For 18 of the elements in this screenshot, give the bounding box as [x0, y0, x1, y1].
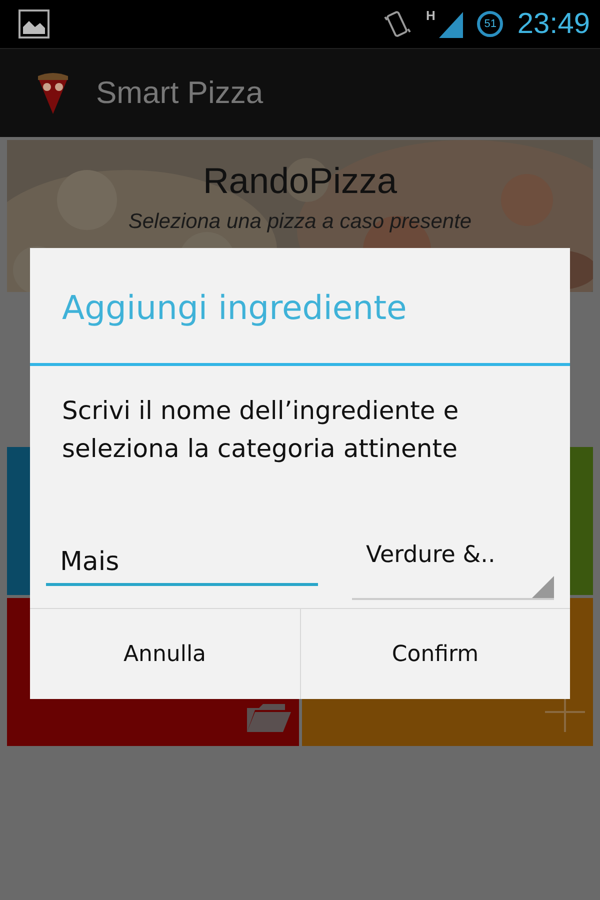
- category-dropdown[interactable]: Verdure &..: [352, 542, 554, 600]
- network-type: H: [426, 8, 436, 23]
- dialog-message: Scrivi il nome dell’ingrediente e seleziona la categoria attinente: [61, 395, 460, 465]
- picture-icon: [18, 9, 50, 39]
- dropdown-arrow-icon: [532, 576, 554, 598]
- dialog-button[interactable]: Confirm: [300, 609, 570, 699]
- dialog-title: Aggiungi ingrediente: [30, 248, 570, 366]
- clock: 23:49: [517, 8, 590, 40]
- signal-icon: [437, 10, 464, 38]
- folder-icon: [244, 702, 290, 732]
- vibrate-icon: [382, 9, 412, 39]
- banner-subtitle: Seleziona una pizza a caso presente: [128, 210, 472, 234]
- dialog-button[interactable]: Annulla: [30, 609, 300, 699]
- banner-title: RandoPizza: [202, 160, 398, 202]
- pizza-slice-icon: [36, 70, 70, 116]
- ingredient-name-field[interactable]: Mais: [46, 547, 318, 586]
- battery-indicator: 51: [477, 11, 504, 37]
- app-title: Smart Pizza: [96, 75, 264, 111]
